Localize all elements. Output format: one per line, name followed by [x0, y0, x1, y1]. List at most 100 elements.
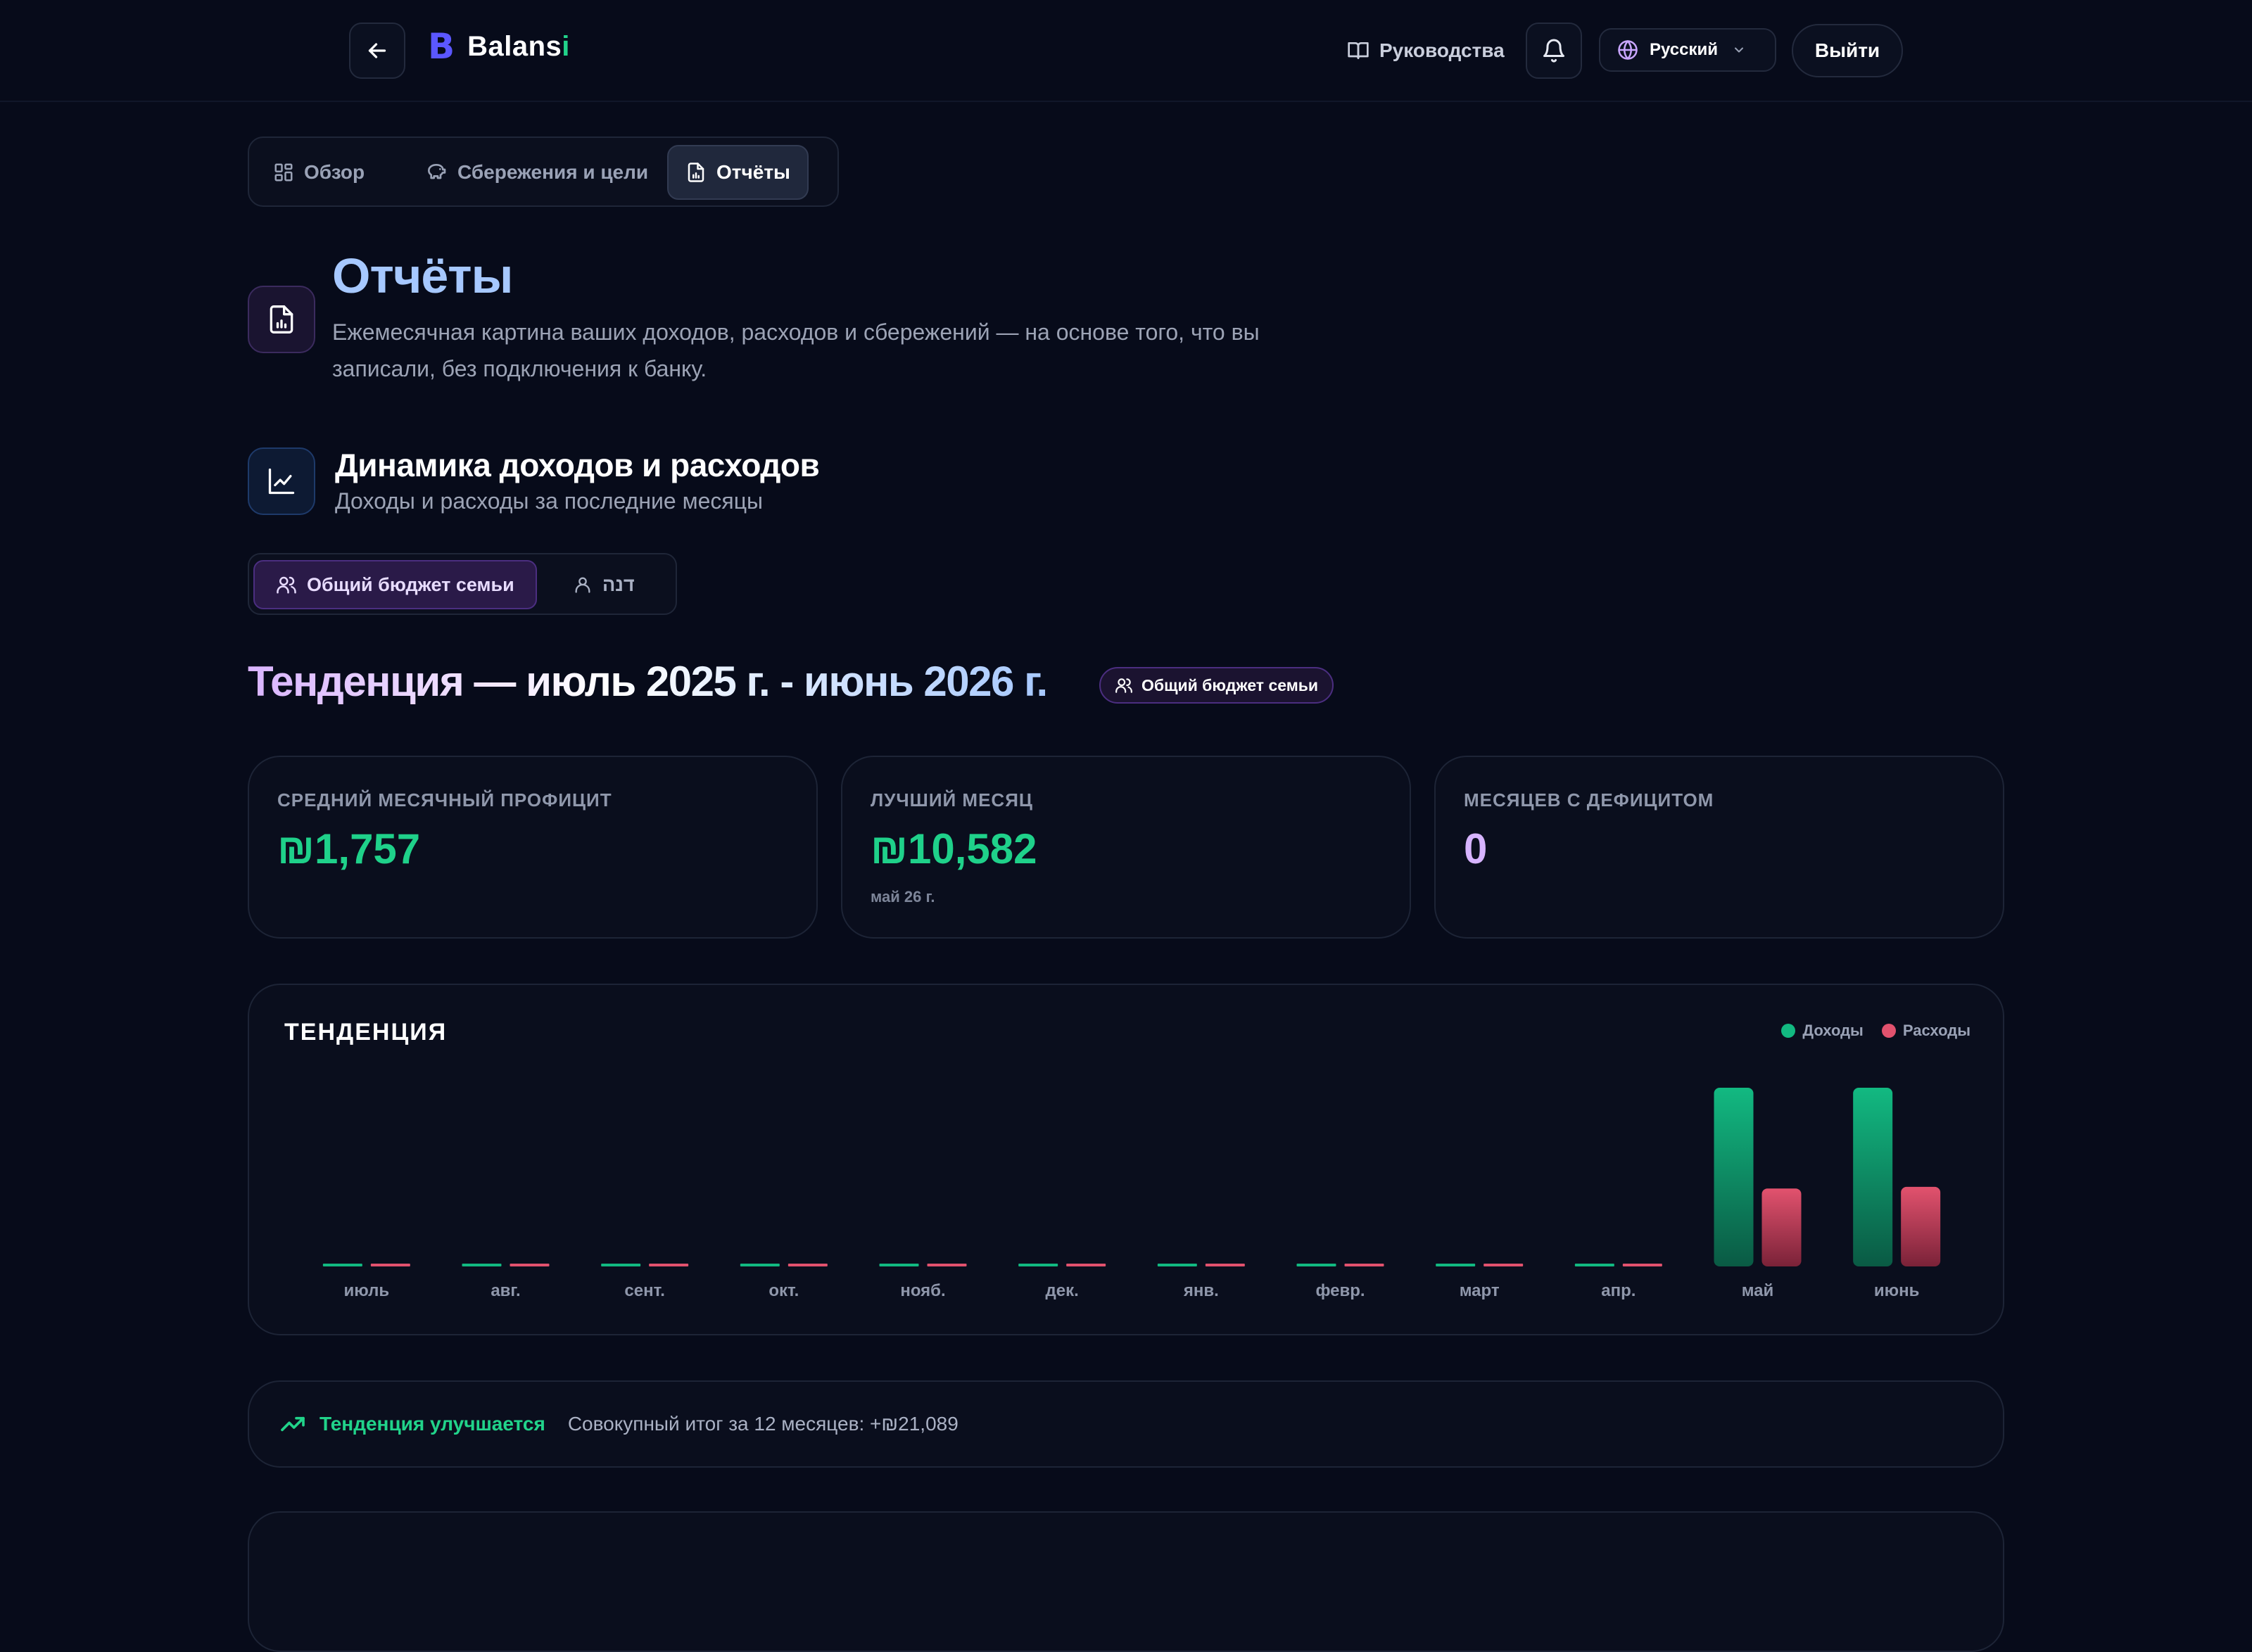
grid-icon: [273, 162, 294, 183]
bar-expense[interactable]: [1066, 1264, 1106, 1266]
insight-text: Совокупный итог за 12 месяцев: +₪21,089: [567, 1413, 959, 1435]
piggy-bank-icon: [425, 161, 448, 184]
trend-insight: Тенденция улучшается Совокупный итог за …: [248, 1380, 2004, 1468]
stat-value: ₪10,582: [871, 825, 1037, 872]
stat-card-best-month: ЛУЧШИЙ МЕСЯЦ ₪10,582 май 26 г.: [841, 756, 1411, 939]
chart-title: ТЕНДЕНЦИЯ: [284, 1019, 448, 1046]
bar-income[interactable]: [1436, 1264, 1476, 1266]
section-subtitle: Доходы и расходы за последние месяцы: [335, 488, 764, 514]
language-label: Русский: [1650, 40, 1718, 59]
arrow-left-icon: [365, 38, 390, 63]
bar-income[interactable]: [1157, 1264, 1197, 1266]
legend-item-income: Доходы: [1781, 1022, 1864, 1040]
users-icon: [1115, 676, 1133, 694]
logo-name: Balansi: [467, 30, 570, 62]
insight-label: Тенденция улучшается: [320, 1413, 545, 1435]
report-file-icon: [685, 162, 707, 183]
section-title: Динамика доходов и расходов: [335, 447, 820, 483]
logout-button[interactable]: Выйти: [1792, 24, 1903, 77]
stat-sub: май 26 г.: [871, 888, 935, 906]
stat-card-deficit-months: МЕСЯЦЕВ С ДЕФИЦИТОМ 0: [1434, 756, 2004, 939]
bar-income[interactable]: [879, 1264, 919, 1266]
tab-savings-goals[interactable]: Сбережения и цели: [408, 145, 665, 200]
stat-label: МЕСЯЦЕВ С ДЕФИЦИТОМ: [1464, 789, 1714, 811]
bell-icon: [1541, 38, 1567, 63]
reports-title-icon: [248, 286, 315, 353]
stat-value: 0: [1464, 825, 1488, 872]
bar-expense[interactable]: [1344, 1264, 1384, 1266]
bar-income[interactable]: [740, 1264, 780, 1266]
trending-up-icon: [279, 1410, 307, 1438]
x-tick-label: май: [1742, 1281, 1774, 1300]
x-tick-label: янв.: [1183, 1281, 1219, 1300]
trend-heading: Тенденция — июль 2025 г. - июнь 2026 г.: [248, 658, 1048, 705]
x-tick-label: авг.: [491, 1281, 520, 1300]
bar-expense[interactable]: [510, 1264, 550, 1266]
bar-expense[interactable]: [1484, 1264, 1524, 1266]
bar-expense[interactable]: [1205, 1264, 1245, 1266]
guides-label: Руководства: [1379, 39, 1505, 61]
book-icon: [1347, 39, 1369, 62]
next-section-card: [248, 1511, 2004, 1652]
tab-family-budget[interactable]: Общий бюджет семьи: [253, 560, 537, 609]
scope-badge: Общий бюджет семьи: [1099, 667, 1334, 704]
tab-member[interactable]: דנה: [559, 560, 649, 609]
bar-expense[interactable]: [1901, 1186, 1941, 1266]
bar-income[interactable]: [1714, 1088, 1754, 1266]
legend-dot-expense: [1881, 1024, 1896, 1038]
x-tick-label: дек.: [1046, 1281, 1079, 1300]
top-bar: B Balansi Руководства Русский Выйти: [0, 0, 2252, 102]
scope-badge-label: Общий бюджет семьи: [1141, 675, 1319, 694]
bar-income[interactable]: [1853, 1088, 1893, 1266]
x-tick-label: июнь: [1874, 1281, 1920, 1300]
bar-expense[interactable]: [927, 1264, 967, 1266]
trend-chart: июль авг. сент. окт. нояб. дек. янв. февр. март а…: [322, 1088, 1941, 1300]
bar-expense[interactable]: [1761, 1188, 1802, 1266]
language-select[interactable]: Русский: [1599, 28, 1776, 72]
bar-expense[interactable]: [787, 1264, 828, 1266]
bar-income[interactable]: [1018, 1264, 1058, 1266]
page-description: Ежемесячная картина ваших доходов, расхо…: [332, 319, 1260, 381]
budget-scope-tabs: Общий бюджет семьи דנה: [248, 553, 677, 615]
tab-overview-label: Обзор: [304, 161, 365, 183]
x-tick-label: март: [1460, 1281, 1500, 1300]
x-tick-label: нояб.: [900, 1281, 945, 1300]
x-tick-label: июль: [344, 1281, 390, 1300]
user-icon: [573, 575, 593, 595]
page-title: Отчёты: [332, 248, 513, 303]
tab-reports-label: Отчёты: [716, 161, 790, 183]
x-tick-label: сент.: [624, 1281, 665, 1300]
bar-income[interactable]: [1296, 1264, 1336, 1266]
logo-mark: B: [428, 26, 455, 67]
main-nav-tabs: Обзор Сбережения и цели Отчёты: [248, 136, 839, 207]
app-logo[interactable]: B Balansi: [428, 27, 570, 66]
tab-family-budget-label: Общий бюджет семьи: [307, 573, 514, 595]
bar-income[interactable]: [1574, 1264, 1614, 1266]
stat-value: ₪1,757: [277, 825, 421, 872]
tab-savings-goals-label: Сбережения и цели: [457, 161, 649, 183]
chevron-down-icon: [1732, 43, 1746, 57]
bar-income[interactable]: [601, 1264, 641, 1266]
stat-label: СРЕДНИЙ МЕСЯЧНЫЙ ПРОФИЦИТ: [277, 789, 612, 811]
bar-expense[interactable]: [1622, 1264, 1662, 1266]
legend-label-income: Доходы: [1802, 1022, 1864, 1039]
x-tick-label: февр.: [1315, 1281, 1365, 1300]
tab-overview[interactable]: Обзор: [256, 145, 381, 200]
legend-item-expense: Расходы: [1881, 1022, 1970, 1040]
legend-label-expense: Расходы: [1902, 1022, 1970, 1039]
trend-chart-card: июль авг. сент. окт. нояб. дек. янв. февр. март а…: [248, 984, 2004, 1335]
x-tick-label: окт.: [768, 1281, 799, 1300]
bar-income[interactable]: [322, 1264, 362, 1266]
guides-link[interactable]: Руководства: [1347, 34, 1505, 68]
bar-expense[interactable]: [370, 1264, 410, 1266]
line-chart-icon: [248, 447, 315, 515]
stat-label: ЛУЧШИЙ МЕСЯЦ: [871, 789, 1033, 811]
chart-legend: Доходы Расходы: [1781, 1022, 1970, 1040]
tab-reports[interactable]: Отчёты: [667, 145, 809, 200]
globe-icon: [1617, 39, 1638, 61]
x-tick-label: апр.: [1601, 1281, 1636, 1300]
bar-expense[interactable]: [649, 1264, 689, 1266]
back-button[interactable]: [349, 23, 405, 79]
notifications-button[interactable]: [1526, 23, 1582, 79]
bar-income[interactable]: [462, 1264, 502, 1266]
